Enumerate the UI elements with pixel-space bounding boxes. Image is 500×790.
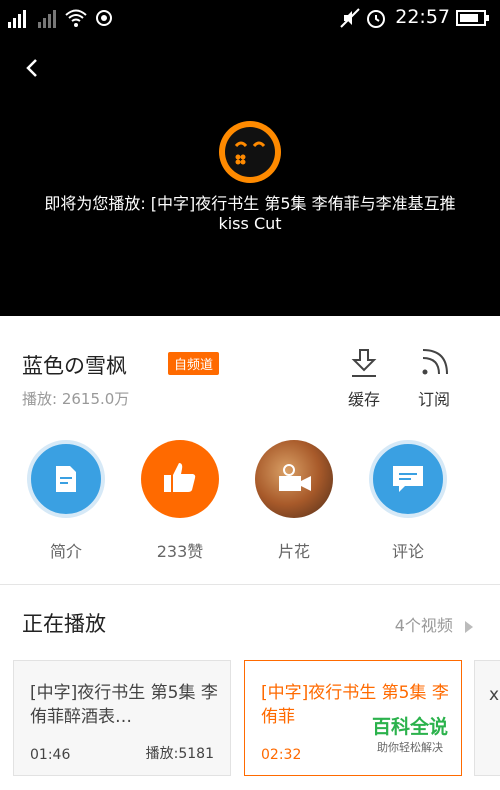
divider: [0, 584, 500, 585]
battery-icon: [456, 10, 489, 26]
thumbs-up-icon: [164, 463, 196, 492]
video-count-link[interactable]: 4个视频: [395, 612, 474, 636]
video-player[interactable]: 即将为您播放: [中字]夜行书生 第5集 李侑菲与李准基互推kiss Cut: [0, 36, 500, 316]
chevron-right-icon: [465, 620, 473, 633]
watermark: 百科全说 助你轻松解决: [360, 712, 460, 755]
trailer-label: 片花: [277, 542, 310, 561]
cache-button[interactable]: 缓存: [334, 348, 394, 410]
video-count: 4个视频: [394, 616, 453, 635]
subscribe-button[interactable]: 订阅: [404, 348, 464, 410]
playlist-item[interactable]: [中字]夜行书生 第5集 李侑菲醉酒表… 01:46 播放:5181: [13, 660, 231, 776]
mute-icon: [340, 8, 360, 28]
play-count: 播放: 2615.0万: [22, 390, 130, 408]
intro-button[interactable]: 简介: [16, 440, 116, 562]
now-playing-text: 即将为您播放: [中字]夜行书生 第5集 李侑菲与李准基互推kiss Cut: [44, 194, 456, 233]
wifi-icon: [65, 9, 87, 27]
watermark-sub: 助你轻松解决: [377, 741, 443, 754]
playlist-item-duration: 01:46: [30, 747, 71, 763]
comment-icon: [393, 466, 423, 492]
watermark-main: 百科全说: [371, 716, 448, 738]
download-icon: [351, 349, 377, 377]
playlist-item-duration: 02:32: [261, 747, 302, 763]
document-icon: [56, 466, 76, 492]
cache-label: 缓存: [347, 390, 380, 409]
like-button[interactable]: 233赞: [130, 440, 230, 562]
back-arrow-icon[interactable]: [18, 54, 46, 82]
location-icon: [96, 10, 112, 26]
playlist-item-peek-text: x: [489, 685, 500, 705]
comment-button[interactable]: 评论: [358, 440, 458, 562]
channel-name[interactable]: 蓝色の雪枫: [22, 350, 127, 380]
comment-label: 评论: [391, 542, 424, 561]
signal-2-icon: [38, 10, 56, 28]
rss-icon: [422, 349, 448, 375]
status-bar: 22:57: [0, 0, 500, 36]
player-logo-icon: [219, 121, 281, 183]
intro-label: 简介: [49, 542, 82, 561]
playlist-item-title: [中字]夜行书生 第5集 李侑菲醉酒表…: [30, 683, 218, 727]
clock: 22:57: [395, 6, 450, 28]
alarm-icon: [367, 10, 385, 28]
like-count: 233赞: [156, 542, 204, 561]
trailer-button[interactable]: 片花: [244, 440, 344, 562]
signal-icon: [8, 10, 26, 28]
playlist-item-peek[interactable]: x: [474, 660, 500, 776]
channel-badge: 自频道: [168, 352, 220, 375]
playlist-item-plays: 播放:5181: [145, 746, 214, 762]
subscribe-label: 订阅: [417, 390, 450, 409]
now-playing-title: 正在播放: [22, 612, 106, 636]
video-camera-icon: [279, 464, 311, 491]
